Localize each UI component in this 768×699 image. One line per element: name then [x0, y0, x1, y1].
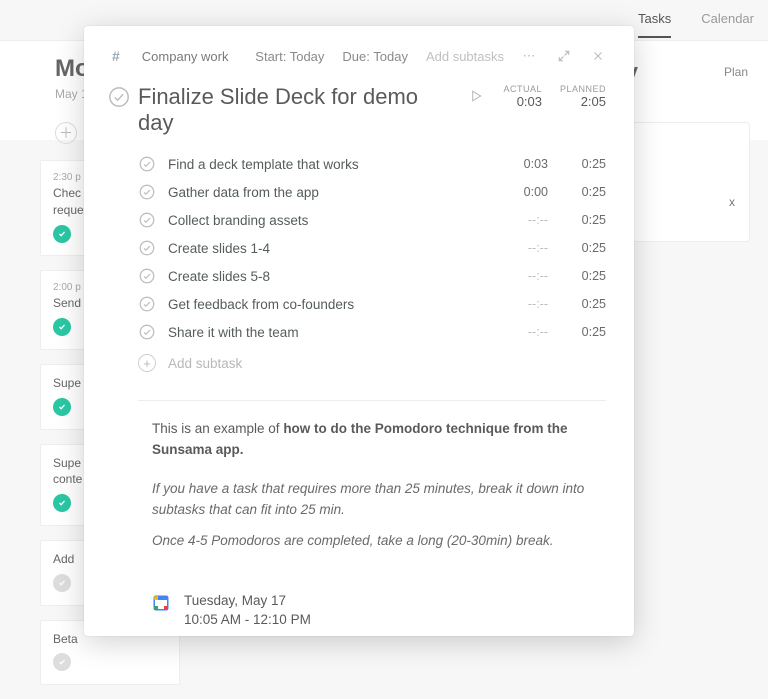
divider [138, 400, 606, 401]
subtask-planned[interactable]: 0:25 [560, 213, 606, 227]
subtask-name: Find a deck template that works [168, 157, 490, 172]
start-date[interactable]: Start: Today [255, 49, 324, 64]
subtask-planned[interactable]: 0:25 [560, 185, 606, 199]
more-icon[interactable]: ⋯ [522, 48, 538, 64]
subtask-planned[interactable]: 0:25 [560, 157, 606, 171]
expand-icon[interactable] [556, 48, 572, 64]
schedule-date: Tuesday, May 17 [184, 592, 311, 611]
subtask-name: Create slides 5-8 [168, 269, 490, 284]
subtask-check-icon[interactable] [138, 239, 156, 257]
subtask-check-icon[interactable] [138, 155, 156, 173]
subtask-row[interactable]: Gather data from the app 0:00 0:25 [138, 178, 606, 206]
subtask-check-icon[interactable] [138, 295, 156, 313]
task-title[interactable]: Finalize Slide Deck for demo day [138, 84, 458, 136]
schedule-time: 10:05 AM - 12:10 PM [184, 611, 311, 630]
subtask-actual[interactable]: --:-- [502, 213, 548, 227]
actual-label: ACTUAL [496, 84, 542, 94]
close-icon[interactable] [590, 48, 606, 64]
subtask-name: Gather data from the app [168, 185, 490, 200]
subtask-check-icon[interactable] [138, 323, 156, 341]
tab-calendar[interactable]: Calendar [701, 0, 754, 38]
task-modal: # Company work Start: Today Due: Today A… [84, 26, 634, 636]
subtask-planned[interactable]: 0:25 [560, 241, 606, 255]
bg-right-x: x [729, 195, 735, 209]
subtask-actual[interactable]: --:-- [502, 297, 548, 311]
note-pre: This is an example of [152, 421, 283, 436]
subtask-name: Get feedback from co-founders [168, 297, 490, 312]
gcal-icon [152, 594, 170, 612]
add-subtask-button[interactable]: + Add subtask [138, 346, 606, 380]
add-task-button[interactable]: ＋ [55, 122, 77, 144]
due-date[interactable]: Due: Today [342, 49, 408, 64]
actual-total: 0:03 [496, 94, 542, 109]
subtask-row[interactable]: Find a deck template that works 0:03 0:25 [138, 150, 606, 178]
check-chip-icon [53, 653, 71, 671]
plan-button[interactable]: Plan [724, 65, 748, 79]
check-chip-icon [53, 574, 71, 592]
subtask-name: Share it with the team [168, 325, 490, 340]
check-chip-icon [53, 318, 71, 336]
bg-right-card: x [630, 122, 750, 242]
subtask-name: Collect branding assets [168, 213, 490, 228]
subtask-row[interactable]: Collect branding assets --:-- 0:25 [138, 206, 606, 234]
schedule-block[interactable]: Tuesday, May 17 10:05 AM - 12:10 PM 2 ho… [138, 592, 606, 636]
subtask-actual[interactable]: --:-- [502, 241, 548, 255]
planned-label: PLANNED [560, 84, 606, 94]
bg-tabs: Tasks Calendar [638, 0, 768, 38]
subtask-name: Create slides 1-4 [168, 241, 490, 256]
subtask-row[interactable]: Share it with the team --:-- 0:25 [138, 318, 606, 346]
subtask-planned[interactable]: 0:25 [560, 325, 606, 339]
subtask-actual[interactable]: --:-- [502, 325, 548, 339]
play-icon[interactable] [468, 88, 486, 106]
subtask-row[interactable]: Create slides 5-8 --:-- 0:25 [138, 262, 606, 290]
subtask-actual[interactable]: 0:00 [502, 185, 548, 199]
project-name[interactable]: Company work [142, 49, 229, 64]
subtask-list: Find a deck template that works0:030:25G… [138, 150, 606, 346]
add-subtask-label: Add subtask [168, 356, 242, 371]
subtask-check-icon[interactable] [138, 267, 156, 285]
note-italic-2: Once 4-5 Pomodoros are completed, take a… [152, 531, 606, 552]
note-italic-1: If you have a task that requires more th… [152, 479, 606, 521]
check-chip-icon [53, 225, 71, 243]
tab-tasks[interactable]: Tasks [638, 0, 671, 38]
schedule-duration: 2 hours [184, 633, 311, 636]
subtask-planned[interactable]: 0:25 [560, 297, 606, 311]
add-subtasks-hint[interactable]: Add subtasks [426, 49, 504, 64]
check-chip-icon [53, 494, 71, 512]
subtask-check-icon[interactable] [138, 183, 156, 201]
subtask-planned[interactable]: 0:25 [560, 269, 606, 283]
subtask-row[interactable]: Get feedback from co-founders --:-- 0:25 [138, 290, 606, 318]
hash-icon: # [112, 48, 120, 64]
subtask-actual[interactable]: 0:03 [502, 157, 548, 171]
plus-icon: + [138, 354, 156, 372]
subtask-row[interactable]: Create slides 1-4 --:-- 0:25 [138, 234, 606, 262]
task-notes[interactable]: This is an example of how to do the Pomo… [138, 419, 606, 552]
task-complete-toggle[interactable] [108, 86, 130, 108]
modal-header: # Company work Start: Today Due: Today A… [84, 26, 634, 74]
planned-total: 2:05 [560, 94, 606, 109]
check-chip-icon [53, 398, 71, 416]
subtask-actual[interactable]: --:-- [502, 269, 548, 283]
subtask-check-icon[interactable] [138, 211, 156, 229]
